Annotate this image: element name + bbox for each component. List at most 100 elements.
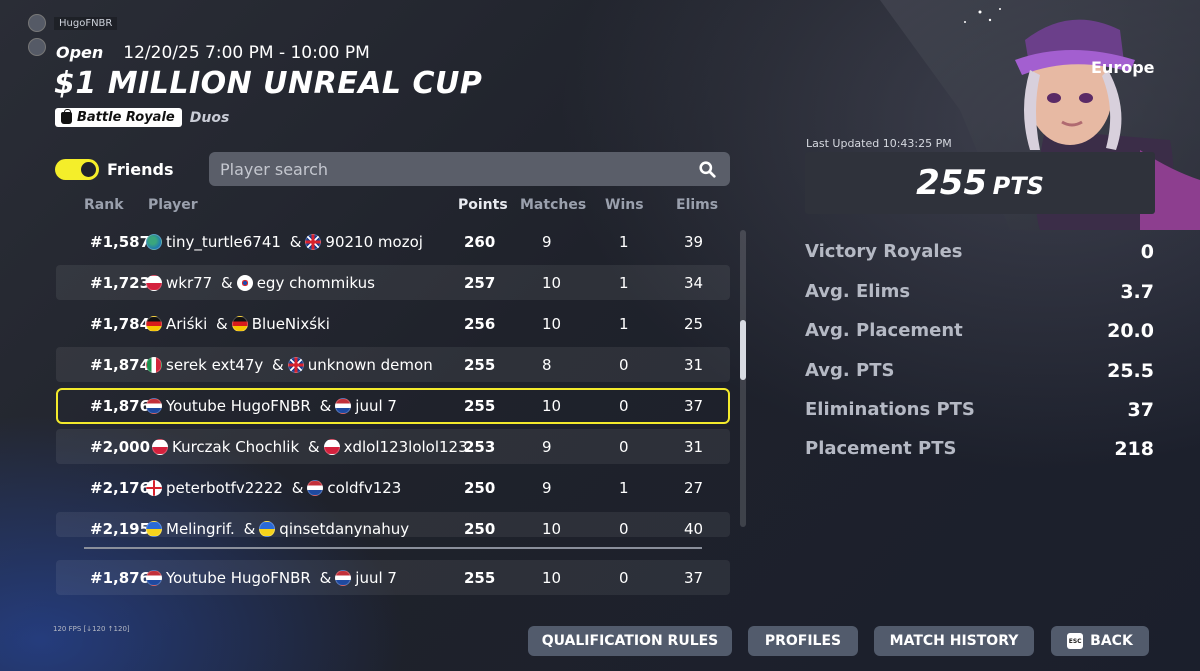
team-size: Duos [189, 109, 230, 126]
row-rank: #2,195 [90, 520, 151, 537]
row-points: 255 [464, 355, 496, 374]
poland-flag-icon [323, 438, 340, 455]
netherlands-flag-icon [146, 398, 162, 414]
avatar [28, 14, 46, 32]
stat-value: 218 [1114, 438, 1154, 460]
party-member-1[interactable]: HugoFNBR [28, 14, 118, 32]
search-icon[interactable] [699, 161, 716, 178]
stat-value: 25.5 [1107, 360, 1154, 382]
player-2: qinsetdanynahuy [279, 520, 410, 537]
party-member-2[interactable] [28, 38, 46, 56]
qualification-rules-button[interactable]: QUALIFICATION RULES [528, 626, 732, 656]
stat-label: Eliminations PTS [805, 399, 975, 420]
row-elims: 31 [684, 355, 704, 374]
stat-label: Avg. Elims [805, 281, 911, 302]
col-points[interactable]: Points [458, 197, 508, 213]
table-row[interactable]: #1,874 serek ext47y & unknown demon 255 … [56, 347, 730, 382]
player-1: tiny_turtle6741 [166, 232, 281, 251]
row-elims: 27 [684, 478, 704, 497]
player-2: 90210 mozoj [325, 232, 423, 251]
mode-tags: Battle Royale Duos [55, 108, 229, 127]
event-time-range: 12/20/25 7:00 PM - 10:00 PM [123, 43, 370, 63]
netherlands-flag-icon [146, 569, 162, 586]
table-row[interactable]: #1,784 Ariśki & BlueNixśki 256 10 1 25 [56, 306, 730, 341]
last-updated: Last Updated 10:43:25 PM [806, 137, 952, 150]
player-2: coldfv123 [327, 478, 402, 497]
match-history-button[interactable]: MATCH HISTORY [874, 626, 1034, 656]
row-matches: 9 [542, 478, 552, 497]
player-1: wkr77 [166, 273, 213, 292]
row-rank: #1,723 [90, 273, 151, 292]
search-placeholder: Player search [220, 160, 329, 179]
stat-label: Avg. PTS [805, 360, 895, 381]
stat-value: 37 [1127, 399, 1154, 421]
table-row-highlighted[interactable]: #1,876 Youtube HugoFNBR & juul 7 255 10 … [56, 388, 730, 424]
row-players: Melingrif. & qinsetdanynahuy [146, 520, 409, 537]
korea-flag-icon [236, 274, 253, 291]
player-2: unknown demon [307, 355, 433, 374]
row-rank: #1,876 [90, 397, 151, 415]
esc-key-icon: ESC [1067, 633, 1084, 649]
row-players: Youtube HugoFNBR & juul 7 [146, 569, 397, 587]
back-button[interactable]: ESC BACK [1051, 626, 1149, 656]
row-rank: #1,784 [90, 314, 151, 333]
row-wins: 1 [619, 314, 629, 333]
row-players: Ariśki & BlueNixśki [146, 315, 330, 333]
row-rank: #1,874 [90, 355, 151, 374]
my-team-row[interactable]: #1,876 Youtube HugoFNBR & juul 7 255 10 … [56, 560, 730, 595]
ukraine-flag-icon [259, 521, 276, 537]
row-points: 256 [464, 314, 496, 333]
player-1: Melingrif. [166, 520, 235, 537]
row-matches: 10 [542, 520, 562, 537]
table-row[interactable]: #1,723 wkr77 & egy chommikus 257 10 1 34 [56, 265, 730, 300]
row-players: tiny_turtle6741 & 90210 mozoj [146, 233, 423, 251]
row-elims: 40 [684, 520, 704, 537]
england-flag-icon [146, 479, 162, 496]
row-matches: 10 [542, 314, 562, 333]
divider [84, 547, 702, 549]
netherlands-flag-icon [335, 398, 352, 414]
region-label: Europe [1091, 58, 1155, 77]
page-title: $1 MILLION UNREAL CUP [54, 66, 483, 101]
row-wins: 0 [619, 568, 629, 587]
mexico-flag-icon [146, 356, 162, 373]
scrollbar-thumb[interactable] [740, 320, 746, 380]
uk-flag-icon [305, 233, 322, 250]
row-points: 257 [464, 273, 496, 292]
row-wins: 0 [619, 397, 629, 415]
table-row[interactable]: #2,176 peterbotfv2222 & coldfv123 250 9 … [56, 470, 730, 505]
button-label: BACK [1090, 633, 1133, 649]
row-rank: #2,176 [90, 478, 151, 497]
row-matches: 10 [542, 397, 562, 415]
battle-royale-tag: Battle Royale [55, 108, 182, 127]
row-elims: 37 [684, 397, 704, 415]
table-row[interactable]: #2,195 Melingrif. & qinsetdanynahuy 250 … [56, 512, 730, 537]
total-points: 255 PTS [805, 163, 1155, 203]
search-input[interactable]: Player search [209, 152, 730, 186]
friends-toggle[interactable] [55, 159, 99, 180]
row-elims: 37 [684, 568, 704, 587]
bag-icon [61, 108, 72, 124]
stat-label: Placement PTS [805, 438, 957, 459]
row-wins: 1 [619, 273, 629, 292]
row-points: 250 [464, 478, 496, 497]
profiles-button[interactable]: PROFILES [748, 626, 858, 656]
row-elims: 39 [684, 232, 704, 251]
row-points: 255 [464, 568, 496, 587]
player-1: serek ext47y [166, 355, 264, 374]
poland-flag-icon [146, 274, 162, 291]
party-member-name: HugoFNBR [54, 16, 118, 30]
row-wins: 0 [619, 355, 629, 374]
player-1: Youtube HugoFNBR [166, 568, 311, 587]
row-points: 253 [464, 437, 496, 456]
row-players: wkr77 & egy chommikus [146, 274, 375, 292]
col-wins[interactable]: Wins [605, 197, 644, 213]
total-points-value: 255 [916, 163, 988, 203]
row-players: serek ext47y & unknown demon [146, 356, 433, 374]
table-row[interactable]: #2,000 Kurczak Chochlik & xdlol123lolol1… [56, 429, 730, 464]
col-matches[interactable]: Matches [520, 197, 586, 213]
table-row[interactable]: #1,587 tiny_turtle6741 & 90210 mozoj 260… [56, 224, 730, 259]
col-elims[interactable]: Elims [676, 197, 718, 213]
player-1: Ariśki [166, 314, 208, 333]
row-rank: #1,876 [90, 568, 151, 587]
